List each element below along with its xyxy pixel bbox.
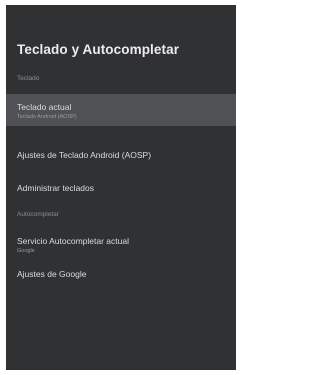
menu-item-label: Servicio Autocompletar actual <box>17 236 129 246</box>
menu-item-ajustes-teclado-android[interactable]: Ajustes de Teclado Android (AOSP) <box>6 143 236 167</box>
menu-item-subtitle: Google <box>17 248 35 254</box>
menu-item-ajustes-google[interactable]: Ajustes de Google <box>6 262 236 286</box>
menu-item-teclado-actual[interactable]: Teclado actual Teclado Android (AOSP) <box>6 94 236 126</box>
page-title: Teclado y Autocompletar <box>17 42 180 57</box>
menu-item-label: Ajustes de Teclado Android (AOSP) <box>17 150 152 160</box>
menu-item-label: Administrar teclados <box>17 183 95 193</box>
section-header-teclado: Teclado <box>17 75 40 82</box>
menu-item-administrar-teclados[interactable]: Administrar teclados <box>6 176 236 200</box>
settings-panel: Teclado y Autocompletar Teclado Teclado … <box>6 5 236 370</box>
section-header-autocompletar: Autocompletar <box>17 211 59 218</box>
menu-item-subtitle: Teclado Android (AOSP) <box>17 114 77 120</box>
menu-item-servicio-autocompletar[interactable]: Servicio Autocompletar actual Google <box>6 229 236 259</box>
menu-item-label: Teclado actual <box>17 102 72 112</box>
menu-item-label: Ajustes de Google <box>17 269 87 279</box>
